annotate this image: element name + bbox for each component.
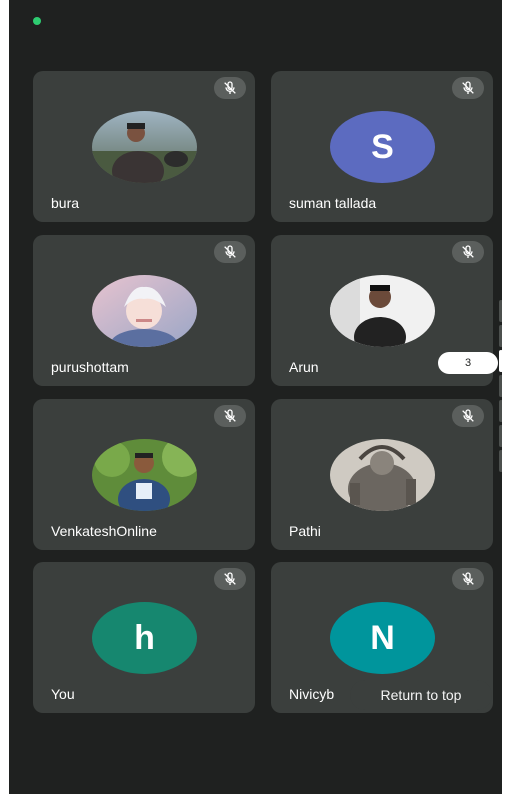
muted-mic-icon <box>214 568 246 590</box>
scroll-segment <box>499 325 502 347</box>
participant-name: bura <box>51 195 80 211</box>
muted-mic-icon <box>214 241 246 263</box>
avatar-photo <box>330 275 435 347</box>
avatar-initial-letter: S <box>371 127 394 166</box>
muted-mic-icon <box>214 77 246 99</box>
participant-name: You <box>51 686 75 702</box>
avatar-initial-letter: N <box>370 618 395 657</box>
scroll-thumb[interactable] <box>499 350 502 372</box>
avatar-initial: N <box>330 602 435 674</box>
camera-active-indicator <box>33 17 41 25</box>
participant-tile-venkateshonline[interactable]: VenkateshOnline <box>33 399 255 550</box>
muted-mic-icon <box>452 405 484 427</box>
participant-tile-you[interactable]: h You <box>33 562 255 713</box>
scroll-segment <box>499 300 502 322</box>
participant-name: VenkateshOnline <box>51 523 157 539</box>
avatar-photo <box>330 439 435 511</box>
participant-name: purushottam <box>51 359 129 375</box>
muted-mic-icon <box>452 568 484 590</box>
participant-name: suman tallada <box>289 195 377 211</box>
scroll-segment <box>499 375 502 397</box>
participant-tile-bura[interactable]: bura <box>33 71 255 222</box>
return-to-top-button[interactable]: Return to top <box>350 680 492 710</box>
scroll-segment <box>499 450 502 472</box>
scroll-indicator[interactable] <box>499 300 502 486</box>
avatar-photo <box>92 439 197 511</box>
scroll-segment <box>499 400 502 422</box>
scroll-segment <box>499 425 502 447</box>
meeting-screen: bura S suman tallada purushottam Arun Ve… <box>9 0 502 794</box>
avatar-initial-letter: h <box>134 618 155 657</box>
muted-mic-icon <box>214 405 246 427</box>
participant-tile-purushottam[interactable]: purushottam <box>33 235 255 386</box>
participant-name: Arun <box>289 359 319 375</box>
avatar-initial: h <box>92 602 197 674</box>
avatar-photo <box>92 275 197 347</box>
muted-mic-icon <box>452 77 484 99</box>
participant-name: Pathi <box>289 523 321 539</box>
avatar-initial: S <box>330 111 435 183</box>
participant-name: Nivicyb <box>289 686 335 702</box>
page-indicator: 3 <box>438 352 498 374</box>
muted-mic-icon <box>452 241 484 263</box>
participant-tile-suman-tallada[interactable]: S suman tallada <box>271 71 493 222</box>
participant-tile-pathi[interactable]: Pathi <box>271 399 493 550</box>
avatar-photo <box>92 111 197 183</box>
